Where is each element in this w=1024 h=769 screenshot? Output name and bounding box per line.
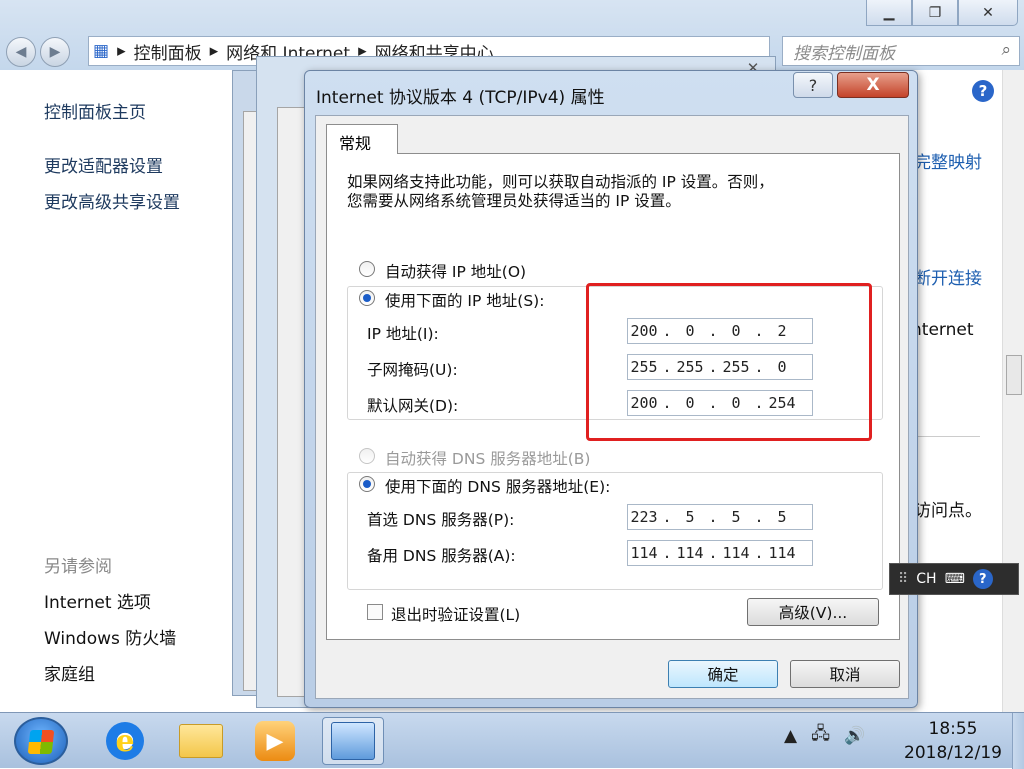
main-content-fragment: 完整映射 断开连接 Internet 访问点。: [916, 70, 1006, 712]
dialog-close-button[interactable]: X: [837, 72, 909, 98]
maximize-button[interactable]: ❐: [912, 0, 958, 26]
clock[interactable]: 18:55 2018/12/19: [898, 717, 1008, 765]
default-gateway-label: 默认网关(D):: [367, 397, 459, 415]
taskbar-ie[interactable]: e: [94, 717, 156, 765]
view-full-map-link[interactable]: 完整映射: [916, 148, 982, 173]
language-help-icon[interactable]: ?: [972, 569, 993, 589]
highlight-annotation-box: [586, 283, 872, 441]
dns-manual-label[interactable]: 使用下面的 DNS 服务器地址(E):: [385, 475, 615, 497]
internet-explorer-icon: e: [106, 722, 144, 760]
see-also-homegroup[interactable]: 家庭组: [44, 660, 95, 685]
forward-arrow-icon: ▶: [49, 44, 61, 60]
see-also-header: 另请参阅: [44, 557, 112, 577]
clock-time: 18:55: [928, 719, 978, 739]
ip-octet[interactable]: 114: [720, 544, 752, 562]
subnet-mask-label: 子网掩码(U):: [367, 361, 458, 379]
alternate-dns-field[interactable]: 114. 114. 114. 114: [627, 540, 813, 566]
network-icon[interactable]: 🖧: [811, 721, 830, 750]
volume-icon[interactable]: 🔊: [844, 726, 865, 746]
ip-octet[interactable]: 5: [766, 508, 798, 526]
keyboard-icon[interactable]: ⌨: [945, 571, 965, 587]
start-button[interactable]: [14, 717, 68, 765]
sidebar: 控制面板主页 更改适配器设置 更改高级共享设置 另请参阅 Internet 选项…: [0, 70, 232, 712]
scrollbar-thumb[interactable]: [1006, 355, 1022, 395]
taskbar-explorer[interactable]: [170, 717, 232, 765]
advanced-button[interactable]: 高级(V)...: [747, 598, 879, 626]
breadcrumb-separator-icon: ▸: [117, 41, 126, 61]
dns-auto-radio[interactable]: [359, 448, 375, 464]
ip-octet[interactable]: 114: [766, 544, 798, 562]
ip-octet[interactable]: 223: [628, 508, 660, 526]
window-close-button[interactable]: ✕: [958, 0, 1018, 26]
control-panel-icon: ▦: [93, 41, 110, 61]
sidebar-home-link[interactable]: 控制面板主页: [44, 98, 146, 123]
minimize-button[interactable]: ▁: [866, 0, 912, 26]
search-icon[interactable]: ⌕: [1001, 40, 1011, 60]
help-icon[interactable]: ?: [972, 80, 994, 102]
ip-manual-radio[interactable]: [359, 290, 375, 306]
show-desktop-button[interactable]: [1012, 713, 1024, 769]
system-tray: ▲ 🖧 🔊: [784, 721, 865, 750]
dns-auto-label[interactable]: 自动获得 DNS 服务器地址(B): [385, 447, 590, 469]
tab-general[interactable]: 常规: [326, 124, 398, 154]
back-arrow-icon: ◀: [15, 44, 27, 60]
control-panel-icon: [331, 722, 375, 760]
taskbar-media-player[interactable]: ▶: [244, 717, 306, 765]
taskbar-control-panel[interactable]: [322, 717, 384, 765]
window-caption-buttons: ▁ ❐ ✕: [866, 0, 1018, 28]
ip-address-label: IP 地址(I):: [367, 325, 439, 343]
divider: [916, 436, 980, 437]
access-point-text: 访问点。: [916, 501, 982, 521]
ip-manual-label[interactable]: 使用下面的 IP 地址(S):: [385, 289, 549, 311]
ip-octet[interactable]: 5: [674, 508, 706, 526]
sidebar-link-adapter[interactable]: 更改适配器设置: [44, 152, 163, 177]
show-hidden-icons-button[interactable]: ▲: [784, 726, 797, 746]
preferred-dns-field[interactable]: 223. 5. 5. 5: [627, 504, 813, 530]
vertical-scrollbar[interactable]: [1002, 70, 1024, 712]
ip-octet[interactable]: 5: [720, 508, 752, 526]
cancel-button[interactable]: 取消: [790, 660, 900, 688]
search-placeholder: 搜索控制面板: [793, 43, 895, 64]
ip-octet[interactable]: 114: [674, 544, 706, 562]
ip-auto-label[interactable]: 自动获得 IP 地址(O): [385, 260, 526, 282]
dialog-title: Internet 协议版本 4 (TCP/IPv4) 属性: [316, 88, 605, 108]
back-button[interactable]: ◀: [6, 37, 36, 67]
ok-button[interactable]: 确定: [668, 660, 778, 688]
sidebar-link-sharing[interactable]: 更改高级共享设置: [44, 188, 180, 213]
grip-icon[interactable]: ⠿: [898, 571, 908, 587]
breadcrumb-item[interactable]: 控制面板: [134, 39, 202, 64]
see-also-internet-options[interactable]: Internet 选项: [44, 588, 151, 613]
ip-octet[interactable]: 114: [628, 544, 660, 562]
breadcrumb-separator-icon: ▸: [209, 41, 219, 61]
validate-on-exit-label[interactable]: 退出时验证设置(L): [391, 603, 520, 625]
see-also-firewall[interactable]: Windows 防火墙: [44, 624, 176, 649]
language-indicator[interactable]: CH: [916, 571, 936, 587]
media-player-icon: ▶: [255, 721, 295, 761]
network-type-text: Internet: [916, 320, 974, 340]
search-input[interactable]: 搜索控制面板 ⌕: [782, 36, 1020, 66]
folder-icon: [179, 724, 223, 758]
taskbar: e ▶ ▲ 🖧 🔊 18:55 2018/12/19: [0, 712, 1024, 769]
validate-on-exit-checkbox[interactable]: [367, 604, 383, 620]
disconnect-link[interactable]: 断开连接: [916, 264, 982, 289]
dialog-help-button[interactable]: ?: [793, 72, 833, 98]
dns-manual-radio[interactable]: [359, 476, 375, 492]
clock-date: 2018/12/19: [904, 743, 1002, 763]
ip-auto-radio[interactable]: [359, 261, 375, 277]
forward-button[interactable]: ▶: [40, 37, 70, 67]
preferred-dns-label: 首选 DNS 服务器(P):: [367, 511, 515, 529]
description-line-2: 您需要从网络系统管理员处获得适当的 IP 设置。: [347, 192, 681, 210]
alternate-dns-label: 备用 DNS 服务器(A):: [367, 547, 516, 565]
language-bar[interactable]: ⠿ CH ⌨ ?: [889, 563, 1019, 595]
